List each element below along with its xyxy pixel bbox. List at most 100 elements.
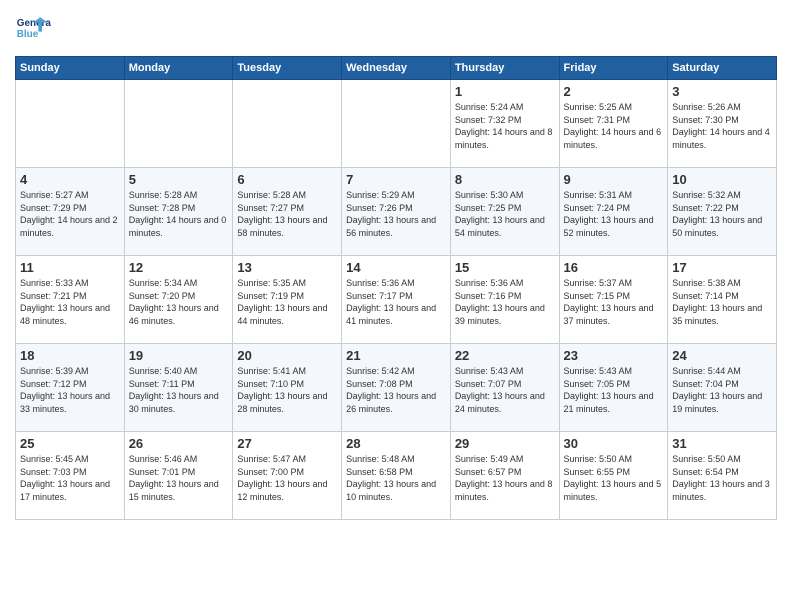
week-row-3: 11 Sunrise: 5:33 AM Sunset: 7:21 PM Dayli… bbox=[16, 256, 777, 344]
day-info: Sunrise: 5:30 AM Sunset: 7:25 PM Dayligh… bbox=[455, 189, 555, 239]
week-row-1: 1 Sunrise: 5:24 AM Sunset: 7:32 PM Daylig… bbox=[16, 80, 777, 168]
day-info: Sunrise: 5:50 AM Sunset: 6:55 PM Dayligh… bbox=[564, 453, 664, 503]
day-info: Sunrise: 5:41 AM Sunset: 7:10 PM Dayligh… bbox=[237, 365, 337, 415]
day-number: 4 bbox=[20, 172, 120, 187]
day-info: Sunrise: 5:49 AM Sunset: 6:57 PM Dayligh… bbox=[455, 453, 555, 503]
day-info: Sunrise: 5:45 AM Sunset: 7:03 PM Dayligh… bbox=[20, 453, 120, 503]
week-row-5: 25 Sunrise: 5:45 AM Sunset: 7:03 PM Dayli… bbox=[16, 432, 777, 520]
header-friday: Friday bbox=[559, 57, 668, 80]
calendar-cell: 18Sunrise: 5:39 AM Sunset: 7:12 PM Dayli… bbox=[16, 344, 125, 432]
day-info: Sunrise: 5:28 AM Sunset: 7:28 PM Dayligh… bbox=[129, 189, 229, 239]
day-number: 8 bbox=[455, 172, 555, 187]
day-info: Sunrise: 5:37 AM Sunset: 7:15 PM Dayligh… bbox=[564, 277, 664, 327]
calendar-cell: 22 Sunrise: 5:43 AM Sunset: 7:07 PM Dayli… bbox=[450, 344, 559, 432]
calendar-cell: 1 Sunrise: 5:24 AM Sunset: 7:32 PM Daylig… bbox=[450, 80, 559, 168]
calendar-cell: 8 Sunrise: 5:30 AM Sunset: 7:25 PM Daylig… bbox=[450, 168, 559, 256]
day-info: Sunrise: 5:29 AM Sunset: 7:26 PM Dayligh… bbox=[346, 189, 446, 239]
day-number: 6 bbox=[237, 172, 337, 187]
day-number: 16 bbox=[564, 260, 664, 275]
calendar-cell: 3 Sunrise: 5:26 AM Sunset: 7:30 PM Daylig… bbox=[668, 80, 777, 168]
calendar-cell: 10 Sunrise: 5:32 AM Sunset: 7:22 PM Dayli… bbox=[668, 168, 777, 256]
calendar-cell: 30 Sunrise: 5:50 AM Sunset: 6:55 PM Dayli… bbox=[559, 432, 668, 520]
day-number: 25 bbox=[20, 436, 120, 451]
svg-text:Blue: Blue bbox=[17, 29, 39, 40]
svg-text:General: General bbox=[17, 18, 51, 29]
day-number: 29 bbox=[455, 436, 555, 451]
day-info: Sunrise: 5:50 AM Sunset: 6:54 PM Dayligh… bbox=[672, 453, 772, 503]
calendar-cell: 28 Sunrise: 5:48 AM Sunset: 6:58 PM Dayli… bbox=[342, 432, 451, 520]
week-row-4: 18Sunrise: 5:39 AM Sunset: 7:12 PM Dayli… bbox=[16, 344, 777, 432]
day-number: 14 bbox=[346, 260, 446, 275]
day-info: Sunrise: 5:31 AM Sunset: 7:24 PM Dayligh… bbox=[564, 189, 664, 239]
day-info: Sunrise: 5:47 AM Sunset: 7:00 PM Dayligh… bbox=[237, 453, 337, 503]
day-number: 5 bbox=[129, 172, 229, 187]
day-number: 1 bbox=[455, 84, 555, 99]
calendar-cell: 27 Sunrise: 5:47 AM Sunset: 7:00 PM Dayli… bbox=[233, 432, 342, 520]
day-number: 12 bbox=[129, 260, 229, 275]
day-number: 20 bbox=[237, 348, 337, 363]
logo-icon: General Blue bbox=[15, 10, 51, 46]
calendar-header-row: SundayMondayTuesdayWednesdayThursdayFrid… bbox=[16, 57, 777, 80]
header-sunday: Sunday bbox=[16, 57, 125, 80]
week-row-2: 4 Sunrise: 5:27 AM Sunset: 7:29 PM Daylig… bbox=[16, 168, 777, 256]
day-number: 27 bbox=[237, 436, 337, 451]
calendar-cell: 7 Sunrise: 5:29 AM Sunset: 7:26 PM Daylig… bbox=[342, 168, 451, 256]
calendar-cell: 4 Sunrise: 5:27 AM Sunset: 7:29 PM Daylig… bbox=[16, 168, 125, 256]
day-info: Sunrise: 5:36 AM Sunset: 7:17 PM Dayligh… bbox=[346, 277, 446, 327]
calendar-cell: 24Sunrise: 5:44 AM Sunset: 7:04 PM Dayli… bbox=[668, 344, 777, 432]
day-number: 11 bbox=[20, 260, 120, 275]
day-number: 19 bbox=[129, 348, 229, 363]
calendar-cell: 14 Sunrise: 5:36 AM Sunset: 7:17 PM Dayli… bbox=[342, 256, 451, 344]
day-number: 26 bbox=[129, 436, 229, 451]
day-number: 2 bbox=[564, 84, 664, 99]
day-info: Sunrise: 5:43 AM Sunset: 7:07 PM Dayligh… bbox=[455, 365, 555, 415]
calendar-cell bbox=[124, 80, 233, 168]
day-info: Sunrise: 5:24 AM Sunset: 7:32 PM Dayligh… bbox=[455, 101, 555, 151]
day-number: 22 bbox=[455, 348, 555, 363]
page-header: General Blue bbox=[15, 10, 777, 46]
calendar-cell bbox=[342, 80, 451, 168]
calendar-cell: 21 Sunrise: 5:42 AM Sunset: 7:08 PM Dayli… bbox=[342, 344, 451, 432]
header-tuesday: Tuesday bbox=[233, 57, 342, 80]
day-info: Sunrise: 5:48 AM Sunset: 6:58 PM Dayligh… bbox=[346, 453, 446, 503]
header-monday: Monday bbox=[124, 57, 233, 80]
day-number: 31 bbox=[672, 436, 772, 451]
calendar-cell: 16 Sunrise: 5:37 AM Sunset: 7:15 PM Dayli… bbox=[559, 256, 668, 344]
calendar-cell: 12 Sunrise: 5:34 AM Sunset: 7:20 PM Dayli… bbox=[124, 256, 233, 344]
day-number: 13 bbox=[237, 260, 337, 275]
calendar-cell: 11 Sunrise: 5:33 AM Sunset: 7:21 PM Dayli… bbox=[16, 256, 125, 344]
day-info: Sunrise: 5:32 AM Sunset: 7:22 PM Dayligh… bbox=[672, 189, 772, 239]
calendar-cell: 5 Sunrise: 5:28 AM Sunset: 7:28 PM Daylig… bbox=[124, 168, 233, 256]
calendar-cell: 15Sunrise: 5:36 AM Sunset: 7:16 PM Dayli… bbox=[450, 256, 559, 344]
calendar-cell: 29 Sunrise: 5:49 AM Sunset: 6:57 PM Dayli… bbox=[450, 432, 559, 520]
calendar-cell: 26Sunrise: 5:46 AM Sunset: 7:01 PM Dayli… bbox=[124, 432, 233, 520]
calendar-cell: 25 Sunrise: 5:45 AM Sunset: 7:03 PM Dayli… bbox=[16, 432, 125, 520]
day-number: 7 bbox=[346, 172, 446, 187]
day-number: 21 bbox=[346, 348, 446, 363]
calendar-cell: 20 Sunrise: 5:41 AM Sunset: 7:10 PM Dayli… bbox=[233, 344, 342, 432]
calendar-cell: 31 Sunrise: 5:50 AM Sunset: 6:54 PM Dayli… bbox=[668, 432, 777, 520]
header-wednesday: Wednesday bbox=[342, 57, 451, 80]
day-info: Sunrise: 5:43 AM Sunset: 7:05 PM Dayligh… bbox=[564, 365, 664, 415]
header-saturday: Saturday bbox=[668, 57, 777, 80]
day-info: Sunrise: 5:25 AM Sunset: 7:31 PM Dayligh… bbox=[564, 101, 664, 151]
calendar-cell: 9 Sunrise: 5:31 AM Sunset: 7:24 PM Daylig… bbox=[559, 168, 668, 256]
day-info: Sunrise: 5:38 AM Sunset: 7:14 PM Dayligh… bbox=[672, 277, 772, 327]
calendar-cell: 23Sunrise: 5:43 AM Sunset: 7:05 PM Dayli… bbox=[559, 344, 668, 432]
day-number: 17 bbox=[672, 260, 772, 275]
day-info: Sunrise: 5:33 AM Sunset: 7:21 PM Dayligh… bbox=[20, 277, 120, 327]
logo: General Blue bbox=[15, 10, 51, 46]
calendar-cell: 6 Sunrise: 5:28 AM Sunset: 7:27 PM Daylig… bbox=[233, 168, 342, 256]
day-number: 3 bbox=[672, 84, 772, 99]
day-number: 30 bbox=[564, 436, 664, 451]
day-info: Sunrise: 5:26 AM Sunset: 7:30 PM Dayligh… bbox=[672, 101, 772, 151]
day-number: 28 bbox=[346, 436, 446, 451]
day-number: 9 bbox=[564, 172, 664, 187]
day-info: Sunrise: 5:39 AM Sunset: 7:12 PM Dayligh… bbox=[20, 365, 120, 415]
day-info: Sunrise: 5:35 AM Sunset: 7:19 PM Dayligh… bbox=[237, 277, 337, 327]
day-info: Sunrise: 5:42 AM Sunset: 7:08 PM Dayligh… bbox=[346, 365, 446, 415]
day-info: Sunrise: 5:28 AM Sunset: 7:27 PM Dayligh… bbox=[237, 189, 337, 239]
day-info: Sunrise: 5:34 AM Sunset: 7:20 PM Dayligh… bbox=[129, 277, 229, 327]
day-info: Sunrise: 5:27 AM Sunset: 7:29 PM Dayligh… bbox=[20, 189, 120, 239]
day-number: 10 bbox=[672, 172, 772, 187]
